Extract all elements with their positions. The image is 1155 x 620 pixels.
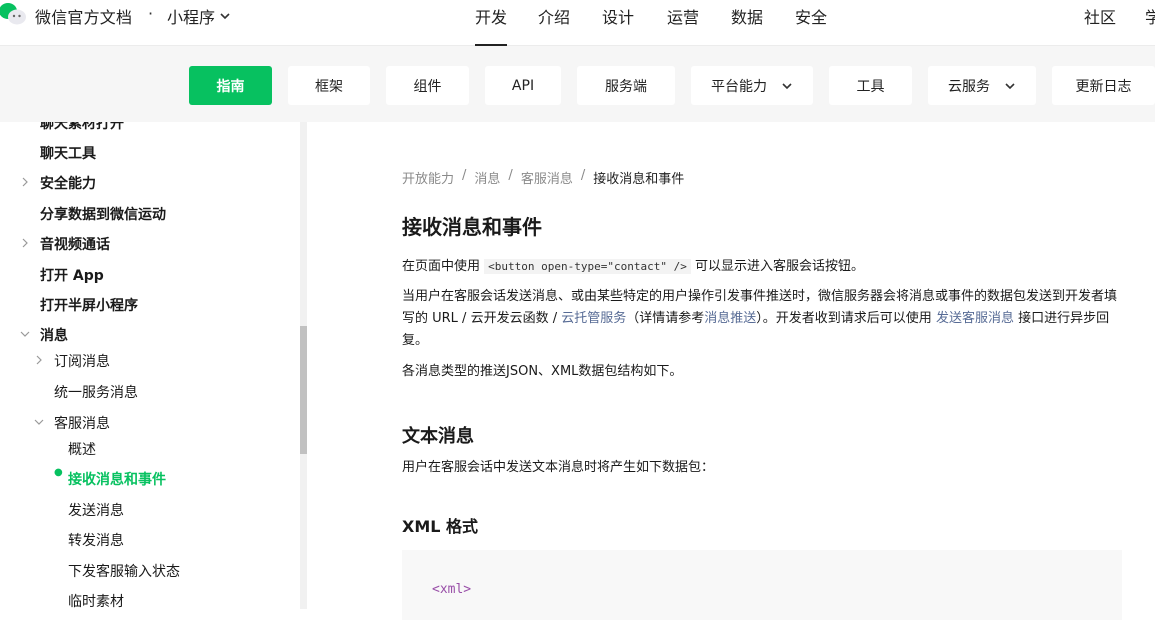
sidebar-item-temp-media[interactable]: 临时素材: [68, 591, 124, 609]
subheading-xml-format: XML 格式: [402, 517, 479, 536]
paragraph-structure: 各消息类型的推送JSON、XML数据包结构如下。: [402, 364, 683, 379]
tab-platform-capabilities[interactable]: 平台能力: [691, 66, 813, 105]
sidebar-item-customer-service[interactable]: 客服消息: [54, 413, 110, 433]
chevron-down-icon: [220, 13, 230, 20]
breadcrumb-item[interactable]: 消息: [474, 168, 500, 187]
sidebar-item-forward-message[interactable]: 转发消息: [68, 530, 124, 550]
main-content: 开放能力 / 消息 / 客服消息 / 接收消息和事件 接收消息和事件 在页面中使…: [308, 122, 1155, 620]
tab-label: 工具: [856, 78, 885, 95]
nav-item-intro[interactable]: 介绍: [538, 4, 570, 28]
nav-item-operation[interactable]: 运营: [667, 4, 699, 28]
sub-navigation: 指南 框架 组件 API 服务端 平台能力 工具 云服务 更新日志: [0, 46, 1155, 122]
sidebar-item-clipped[interactable]: 聊天素材打开: [40, 122, 124, 133]
sidebar-item-open-app[interactable]: 打开 App: [40, 265, 104, 285]
sidebar-item-half-screen[interactable]: 打开半屏小程序: [40, 295, 138, 315]
text: （详情请参考: [626, 311, 705, 326]
tab-framework[interactable]: 框架: [288, 66, 370, 105]
chevron-down-icon[interactable]: [34, 417, 44, 427]
tab-guide[interactable]: 指南: [189, 66, 272, 105]
tab-label: 指南: [216, 78, 245, 95]
chevron-right-icon[interactable]: [34, 355, 44, 365]
tab-label: 框架: [315, 78, 343, 95]
sidebar-scrollbar-thumb[interactable]: [300, 326, 307, 454]
tab-cloud-services[interactable]: 云服务: [928, 66, 1036, 105]
breadcrumb-separator: /: [462, 168, 467, 183]
breadcrumb-item[interactable]: 开放能力: [402, 168, 454, 187]
chevron-right-icon[interactable]: [20, 238, 30, 248]
breadcrumb: 开放能力 / 消息 / 客服消息 / 接收消息和事件: [402, 168, 684, 187]
tab-changelog[interactable]: 更新日志: [1052, 66, 1155, 105]
nav-item-security[interactable]: 安全: [795, 4, 827, 28]
nav-item-learn[interactable]: 学: [1145, 4, 1155, 28]
chevron-right-icon[interactable]: [20, 177, 30, 187]
sidebar-item-overview[interactable]: 概述: [68, 439, 96, 459]
paragraph-description: 当用户在客服会话发送消息、或由某些特定的用户操作引发事件推送时，微信服务器会将消…: [402, 286, 1126, 352]
product-switcher-label: 小程序: [167, 8, 216, 27]
tab-components[interactable]: 组件: [386, 66, 469, 105]
sidebar-item-chat-tools[interactable]: 聊天工具: [40, 143, 96, 163]
tab-api[interactable]: API: [485, 66, 561, 105]
tab-label: 组件: [413, 78, 442, 95]
nav-item-data[interactable]: 数据: [731, 4, 763, 28]
inline-code: <button open-type="contact" />: [484, 259, 691, 274]
tab-tools[interactable]: 工具: [829, 66, 912, 105]
link-cloud-hosting[interactable]: 云托管服务: [561, 311, 626, 326]
wechat-logo-icon: [0, 3, 26, 25]
breadcrumb-current: 接收消息和事件: [593, 172, 685, 187]
section-heading-text-message: 文本消息: [402, 426, 474, 447]
sidebar: 聊天素材打开 聊天工具 安全能力 分享数据到微信运动 音视频通话 打开 App …: [0, 122, 300, 609]
paragraph-intro: 在页面中使用 <button open-type="contact" /> 可以…: [402, 256, 1126, 278]
chevron-down-icon[interactable]: [20, 329, 30, 339]
text: 在页面中使用: [402, 259, 481, 274]
text: 可以显示进入客服会话按钮。: [694, 259, 864, 274]
sidebar-item-messages[interactable]: 消息: [40, 325, 68, 345]
sidebar-item-receive-events[interactable]: 接收消息和事件: [68, 469, 166, 489]
sidebar-item-security[interactable]: 安全能力: [40, 173, 96, 193]
chevron-down-icon: [782, 82, 792, 89]
tab-label: 平台能力: [711, 78, 767, 95]
tab-label: 服务端: [605, 78, 647, 95]
top-navigation: 微信官方文档 · 小程序 开发 介绍 设计 运营 数据 安全 社区 学: [0, 0, 1155, 46]
brand-separator: ·: [148, 4, 154, 23]
breadcrumb-item[interactable]: 客服消息: [521, 168, 573, 187]
tab-server[interactable]: 服务端: [577, 66, 675, 105]
link-message-push[interactable]: 消息推送: [704, 311, 756, 326]
chevron-down-icon: [1005, 82, 1015, 89]
sidebar-item-voip[interactable]: 音视频通话: [40, 234, 110, 254]
text: ）。开发者收到请求后可以使用: [756, 311, 932, 326]
tab-label: API: [511, 77, 535, 94]
sidebar-item-uniform-message[interactable]: 统一服务消息: [54, 382, 138, 402]
sidebar-item-send-message[interactable]: 发送消息: [68, 500, 124, 520]
page-title: 接收消息和事件: [402, 215, 542, 239]
tab-label: 更新日志: [1075, 78, 1132, 95]
tab-label: 云服务: [948, 78, 990, 95]
brand-title[interactable]: 微信官方文档: [35, 4, 132, 28]
sidebar-item-werun[interactable]: 分享数据到微信运动: [40, 204, 166, 224]
breadcrumb-separator: /: [508, 168, 513, 183]
paragraph-text-message: 用户在客服会话中发送文本消息时将产生如下数据包：: [402, 460, 715, 475]
breadcrumb-separator: /: [580, 168, 586, 183]
nav-item-develop[interactable]: 开发: [475, 4, 508, 46]
code-line: <xml>: [432, 582, 472, 597]
sidebar-item-subscribe[interactable]: 订阅消息: [54, 351, 110, 371]
link-send-customer-message[interactable]: 发送客服消息: [936, 311, 1014, 326]
active-bullet-icon: ●: [54, 467, 63, 478]
nav-item-design[interactable]: 设计: [602, 4, 634, 28]
sidebar-item-typing-status[interactable]: 下发客服输入状态: [68, 561, 180, 581]
code-block: <xml>: [402, 550, 1122, 620]
product-switcher[interactable]: 小程序: [167, 4, 231, 28]
nav-item-community[interactable]: 社区: [1084, 4, 1116, 28]
